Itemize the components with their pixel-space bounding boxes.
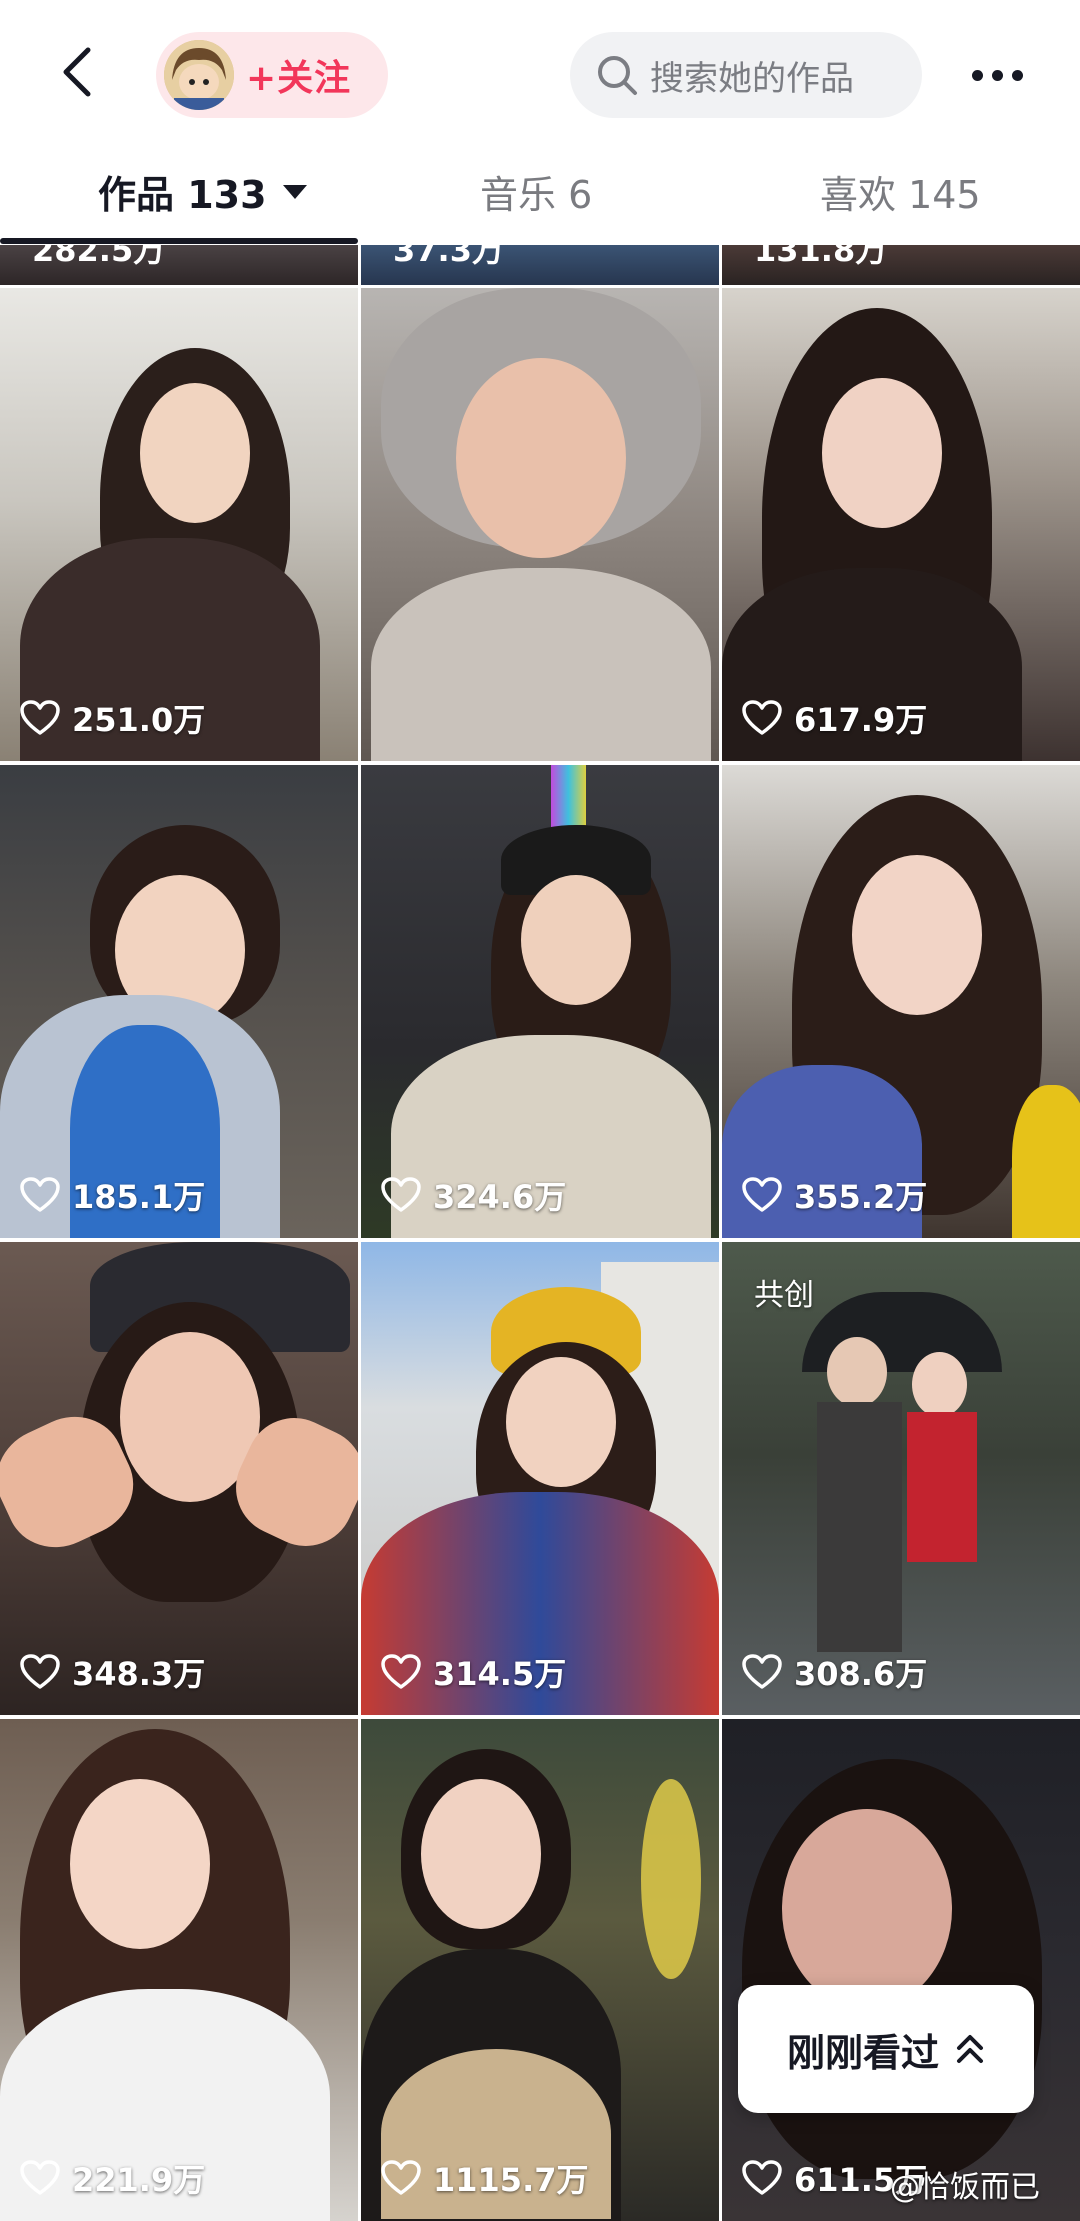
heart-icon (20, 1654, 60, 1689)
heart-icon (381, 1177, 421, 1212)
tab-works[interactable]: 作品 133 (98, 164, 307, 219)
like-stat: 324.6万 (381, 1172, 566, 1218)
heart-icon (381, 1654, 421, 1689)
recently-viewed-button[interactable]: 刚刚看过 (738, 1985, 1034, 2113)
caret-down-icon (282, 184, 307, 199)
heart-icon (20, 2160, 60, 2195)
video-tile[interactable]: 1115.7万 (361, 1719, 719, 2221)
heart-icon (20, 700, 60, 735)
heart-icon (20, 1177, 60, 1212)
double-chevron-up-icon (957, 2035, 983, 2063)
recently-viewed-label: 刚刚看过 (786, 2030, 939, 2075)
back-button[interactable] (48, 42, 108, 102)
like-stat: 355.2万 (742, 1172, 927, 1218)
video-tile[interactable]: 314.5万 (361, 1242, 719, 1715)
heart-icon (742, 1177, 782, 1212)
active-tab-indicator (0, 238, 358, 244)
like-stat: 348.3万 (20, 1649, 205, 1695)
follow-label: +关注 (246, 58, 352, 99)
search-icon (592, 50, 642, 100)
like-stat: 1115.7万 (381, 2155, 589, 2201)
video-tile[interactable]: 185.1万 (0, 765, 358, 1238)
heart-icon (381, 2160, 421, 2195)
like-stat: 221.9万 (20, 2155, 205, 2201)
profile-tabs: 作品 133 音乐 6 喜欢 145 (0, 150, 1080, 245)
heart-icon (742, 1654, 782, 1689)
like-stat: 617.9万 (742, 695, 927, 741)
tab-likes[interactable]: 喜欢 145 (820, 164, 981, 219)
search-placeholder: 搜索她的作品 (650, 58, 854, 99)
tab-music[interactable]: 音乐 6 (480, 164, 592, 219)
video-tile[interactable]: 共创 308.6万 (722, 1242, 1080, 1715)
watermark: @恰饭而已 (890, 2170, 1040, 2205)
top-bar: +关注 搜索她的作品 (0, 0, 1080, 150)
heart-icon (742, 700, 782, 735)
like-stat: 185.1万 (20, 1172, 205, 1218)
like-stat: 308.6万 (742, 1649, 927, 1695)
video-tile-partial[interactable]: 37.3万 (361, 245, 719, 285)
more-icon[interactable] (962, 45, 1032, 105)
video-tile-partial[interactable]: 131.8万 (722, 245, 1080, 285)
video-tile[interactable] (361, 288, 719, 761)
follow-button[interactable]: +关注 (156, 32, 388, 118)
chevron-left-icon (63, 47, 91, 97)
video-tile[interactable]: 348.3万 (0, 1242, 358, 1715)
video-tile[interactable]: 324.6万 (361, 765, 719, 1238)
heart-icon (742, 2160, 782, 2195)
video-tile-partial[interactable]: 282.5万 (0, 245, 358, 285)
like-stat: 314.5万 (381, 1649, 566, 1695)
video-grid: 282.5万 37.3万 131.8万 251.0万 617.9万 185.1万… (0, 245, 1080, 2221)
video-tile[interactable]: 251.0万 (0, 288, 358, 761)
video-tile[interactable]: 221.9万 (0, 1719, 358, 2221)
video-tile[interactable]: 611.5万 (722, 1719, 1080, 2221)
video-tile[interactable]: 355.2万 (722, 765, 1080, 1238)
partial-row: 282.5万 37.3万 131.8万 (0, 245, 1080, 285)
collab-badge: 共创 (754, 1278, 814, 1313)
avatar[interactable] (164, 40, 234, 110)
video-tile[interactable]: 617.9万 (722, 288, 1080, 761)
search-input[interactable]: 搜索她的作品 (570, 32, 922, 118)
like-stat: 251.0万 (20, 695, 205, 741)
